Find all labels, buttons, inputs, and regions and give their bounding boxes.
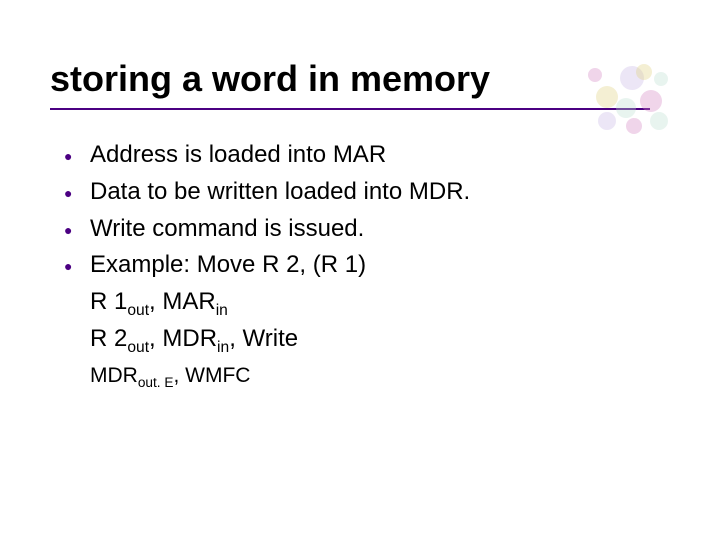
microop-seg: R 2 [90,325,127,352]
bullet-text: Example: Move R 2, (R 1) [90,248,670,283]
bullet-text: Data to be written loaded into MDR. [90,175,670,210]
bullet-item: ● Example: Move R 2, (R 1) [64,248,670,283]
bullet-item: ● Write command is issued. [64,212,670,247]
microop-line: R 1out, MARin [64,285,670,320]
microop-seg: , MDR [149,325,217,352]
microop-sub: in [217,339,229,356]
microop-line: R 2out, MDRin, Write [64,322,670,357]
microop-seg: , WMFC [173,364,250,387]
bullet-text: Address is loaded into MAR [90,138,670,173]
microop-sub: out [127,302,149,319]
microop-line: MDRout. E, WMFC [64,361,670,391]
microop-sub: out. E [138,375,174,390]
bullet-icon: ● [64,175,90,205]
microop-sub: in [216,302,228,319]
microop-seg: , MAR [149,288,216,315]
bullet-icon: ● [64,212,90,242]
bullet-item: ● Address is loaded into MAR [64,138,670,173]
slide: storing a word in memory ● Address is lo… [0,0,720,540]
microop-seg: MDR [90,364,138,387]
slide-title: storing a word in memory [50,58,650,110]
microop-seg: , Write [229,325,298,352]
bullet-icon: ● [64,138,90,168]
slide-body: ● Address is loaded into MAR ● Data to b… [50,138,670,391]
microop-seg: R 1 [90,288,127,315]
microop-sub: out [127,339,149,356]
bullet-item: ● Data to be written loaded into MDR. [64,175,670,210]
bullet-icon: ● [64,248,90,278]
bullet-text: Write command is issued. [90,212,670,247]
